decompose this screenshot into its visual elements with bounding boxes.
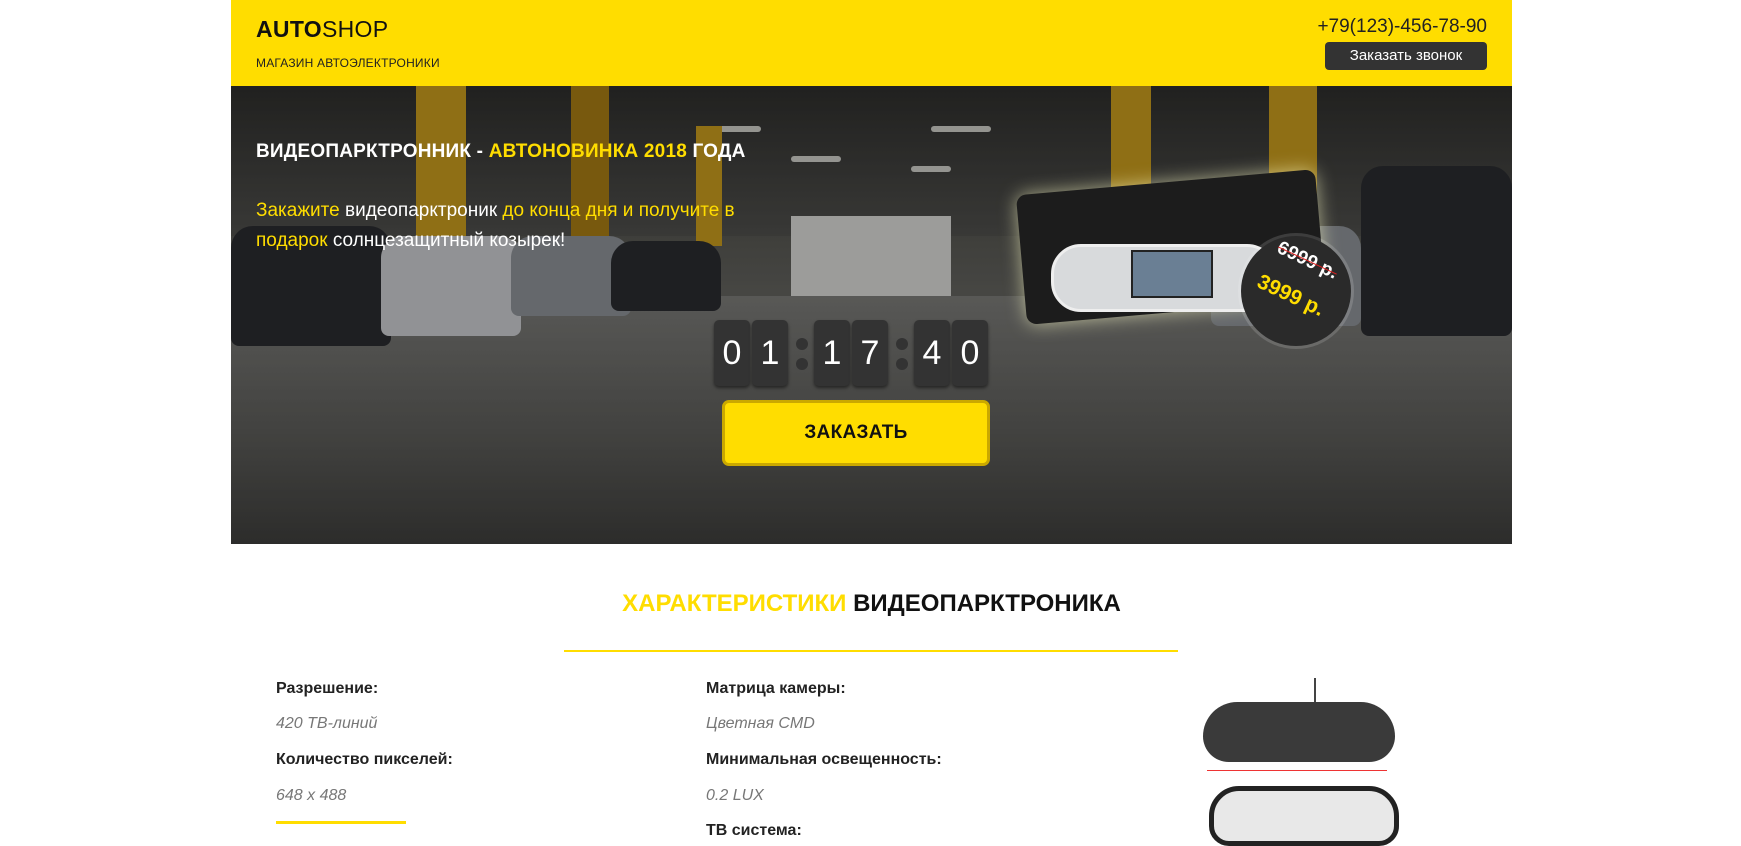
- spec-accent-bar: [276, 821, 406, 824]
- countdown-digit: 1: [814, 320, 850, 386]
- mirror-front: [1209, 786, 1399, 846]
- countdown-digit: 4: [914, 320, 950, 386]
- callback-button[interactable]: Заказать звонок: [1325, 42, 1487, 70]
- header: AUTOSHOP МАГАЗИН АВТОЭЛЕКТРОНИКИ +79(123…: [231, 0, 1512, 86]
- specs-title: ХАРАКТЕРИСТИКИ ВИДЕОПАРКТРОНИКА: [622, 590, 1121, 617]
- countdown-digit: 0: [952, 320, 988, 386]
- hero-title: ВИДЕОПАРКТРОННИК - АВТОНОВИНКА 2018 ГОДА: [256, 141, 746, 162]
- spec-label: Разрешение:: [276, 680, 379, 697]
- spec-value: Цветная CMD: [706, 715, 815, 732]
- spec-value: 0.2 LUX: [706, 787, 764, 804]
- spec-label: Количество пикселей:: [276, 751, 453, 768]
- order-button[interactable]: ЗАКАЗАТЬ: [722, 400, 990, 466]
- mirror-screen: [1131, 250, 1213, 298]
- logo[interactable]: AUTOSHOP: [256, 16, 388, 43]
- page: AUTOSHOP МАГАЗИН АВТОЭЛЕКТРОНИКИ +79(123…: [231, 0, 1512, 846]
- spec-label: ТВ система:: [706, 822, 802, 839]
- spec-value: 420 ТВ-линий: [276, 715, 378, 732]
- product-image: [1199, 678, 1399, 846]
- mirror-back: [1203, 702, 1395, 762]
- dimension-line: [1207, 770, 1387, 771]
- specs-divider: [564, 650, 1178, 652]
- spec-value: 648 x 488: [276, 787, 347, 804]
- countdown-separator: [792, 320, 812, 386]
- spec-label: Матрица камеры:: [706, 680, 846, 697]
- countdown-digit: 1: [752, 320, 788, 386]
- hero-subtitle: Закажите видеопарктроник до конца дня и …: [256, 200, 735, 251]
- countdown-separator: [892, 320, 912, 386]
- phone-number[interactable]: +79(123)-456-78-90: [1317, 16, 1487, 38]
- tagline: МАГАЗИН АВТОЭЛЕКТРОНИКИ: [256, 56, 440, 70]
- spec-label: Минимальная освещенность:: [706, 751, 942, 768]
- countdown-digit: 7: [852, 320, 888, 386]
- hero-section: ВИДЕОПАРКТРОННИК - АВТОНОВИНКА 2018 ГОДА…: [231, 86, 1512, 544]
- logo-rest: SHOP: [321, 16, 389, 42]
- countdown-digit: 0: [714, 320, 750, 386]
- logo-bold: AUTO: [256, 16, 322, 42]
